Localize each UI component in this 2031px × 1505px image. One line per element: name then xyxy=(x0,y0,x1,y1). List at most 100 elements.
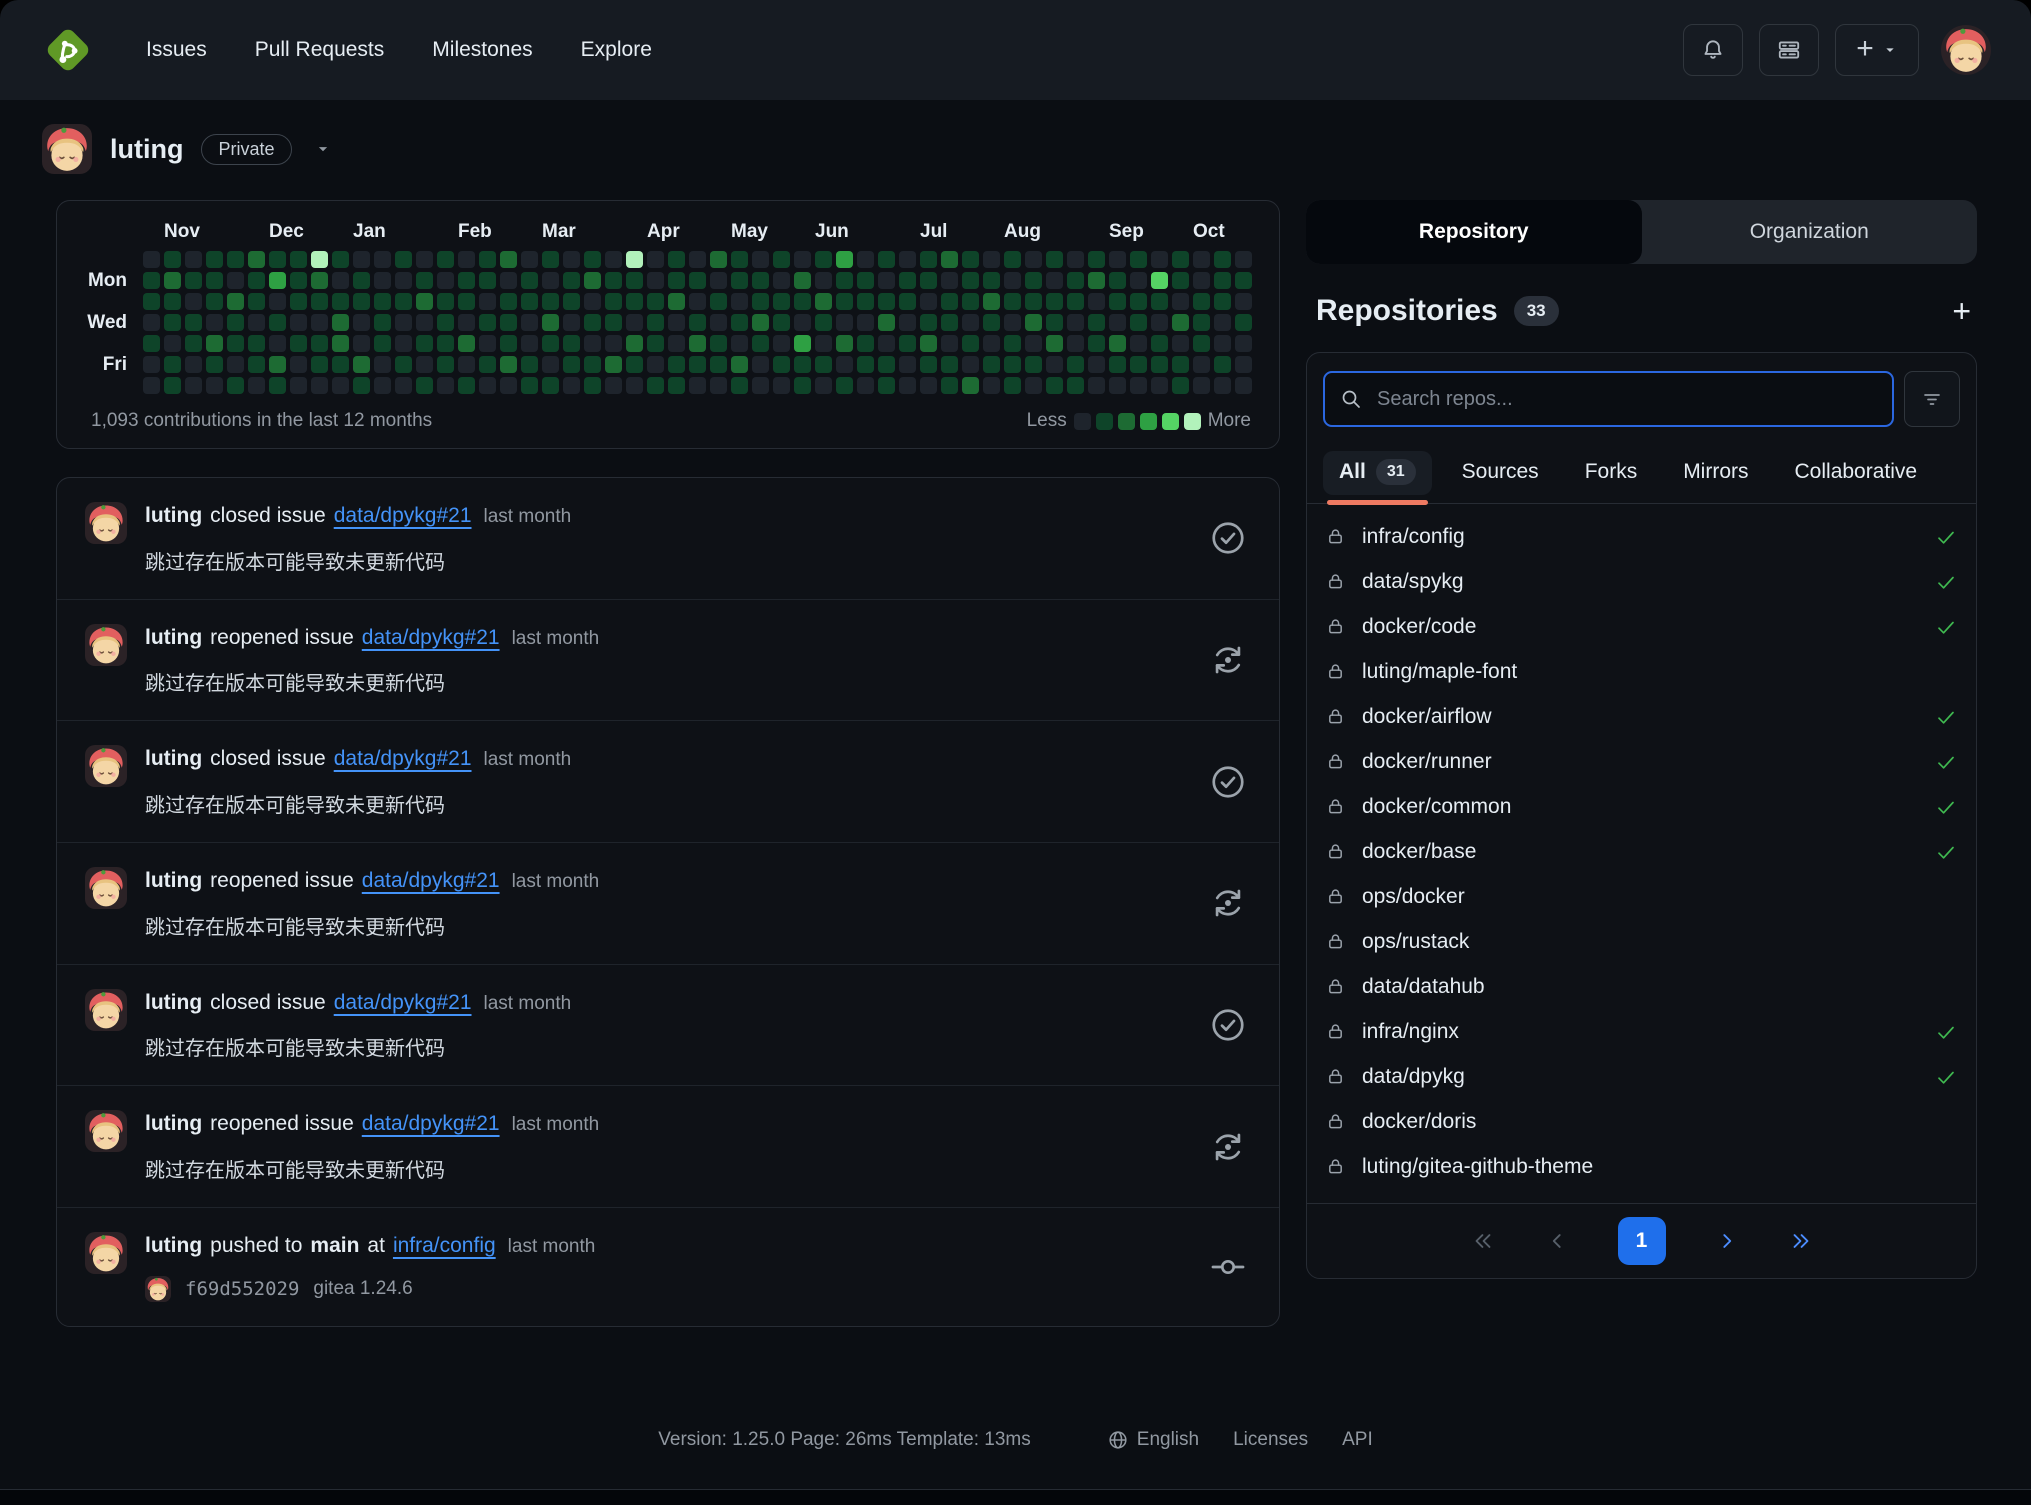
contribution-cell xyxy=(752,335,769,352)
add-repository-button[interactable]: + xyxy=(1952,295,1971,327)
feed-repo-link[interactable]: data/dpykg#21 xyxy=(362,867,500,894)
feed-avatar[interactable] xyxy=(85,624,127,666)
heatmap-week-column xyxy=(752,251,769,394)
filter-tab-mirrors[interactable]: Mirrors xyxy=(1667,448,1764,502)
repo-name: infra/config xyxy=(1362,525,1918,549)
next-page-button[interactable] xyxy=(1714,1228,1740,1254)
commit-author-avatar[interactable] xyxy=(145,1276,171,1302)
licenses-link[interactable]: Licenses xyxy=(1233,1429,1308,1451)
contribution-cell xyxy=(1151,293,1168,310)
feed-actor-link[interactable]: luting xyxy=(145,624,202,651)
repo-row[interactable]: ops/rustack xyxy=(1325,919,1958,964)
contribution-cell xyxy=(1151,335,1168,352)
repo-row[interactable]: docker/airflow xyxy=(1325,694,1958,739)
feed-repo-link[interactable]: data/dpykg#21 xyxy=(362,1110,500,1137)
repo-filter-button[interactable] xyxy=(1904,371,1960,427)
filter-tab-forks[interactable]: Forks xyxy=(1569,448,1654,502)
nav-link-milestones[interactable]: Milestones xyxy=(412,28,552,72)
contribution-cell xyxy=(437,314,454,331)
filter-tab-all[interactable]: All31 xyxy=(1323,447,1432,503)
feed-avatar[interactable] xyxy=(85,745,127,787)
nav-link-pull-requests[interactable]: Pull Requests xyxy=(235,28,405,72)
commit-hash-link[interactable]: f69d552029 xyxy=(185,1278,299,1300)
heatmap-week-column xyxy=(227,251,244,394)
contribution-cell xyxy=(752,251,769,268)
user-avatar[interactable] xyxy=(1941,25,1991,75)
contribution-cell xyxy=(689,251,706,268)
feed-actor-link[interactable]: luting xyxy=(145,1232,202,1259)
contribution-grid[interactable] xyxy=(143,251,1252,394)
feed-avatar[interactable] xyxy=(85,989,127,1031)
repo-name: docker/code xyxy=(1362,615,1918,639)
language-link[interactable]: English xyxy=(1107,1429,1199,1451)
admin-panel-button[interactable] xyxy=(1759,24,1819,76)
repo-row[interactable]: luting/maple-font xyxy=(1325,649,1958,694)
feed-avatar[interactable] xyxy=(85,867,127,909)
feed-repo-link[interactable]: data/dpykg#21 xyxy=(334,989,472,1016)
current-page[interactable]: 1 xyxy=(1618,1217,1666,1265)
heatmap-week-column xyxy=(1151,251,1168,394)
heatmap-day-label: Fri xyxy=(103,354,127,376)
repo-row[interactable]: docker/base xyxy=(1325,829,1958,874)
profile-header: luting Private xyxy=(0,100,2031,178)
feed-avatar[interactable] xyxy=(85,1232,127,1274)
profile-dropdown-icon[interactable] xyxy=(314,140,332,158)
tab-repository[interactable]: Repository xyxy=(1306,200,1642,264)
tab-organization[interactable]: Organization xyxy=(1642,200,1978,264)
repo-row[interactable]: docker/runner xyxy=(1325,739,1958,784)
repo-row[interactable]: docker/code xyxy=(1325,604,1958,649)
contribution-cell xyxy=(941,356,958,373)
check-icon xyxy=(1934,525,1958,549)
repo-row[interactable]: infra/nginx xyxy=(1325,1009,1958,1054)
contribution-cell xyxy=(1214,377,1231,394)
feed-actor-link[interactable]: luting xyxy=(145,989,202,1016)
api-link[interactable]: API xyxy=(1342,1429,1373,1451)
repo-row[interactable]: docker/common xyxy=(1325,784,1958,829)
repo-row[interactable]: data/dpykg xyxy=(1325,1054,1958,1099)
contribution-cell xyxy=(185,251,202,268)
window-bottom-strip xyxy=(0,1489,2031,1505)
prev-page-button[interactable] xyxy=(1544,1228,1570,1254)
repo-row[interactable]: data/spykg xyxy=(1325,559,1958,604)
feed-actor-link[interactable]: luting xyxy=(145,867,202,894)
nav-link-issues[interactable]: Issues xyxy=(126,28,227,72)
contribution-cell xyxy=(416,293,433,310)
feed-repo-link[interactable]: data/dpykg#21 xyxy=(334,745,472,772)
lock-icon xyxy=(1325,1021,1346,1042)
repo-row[interactable]: docker/doris xyxy=(1325,1099,1958,1144)
profile-username[interactable]: luting xyxy=(110,134,183,165)
contribution-cell xyxy=(1193,356,1210,373)
repo-name: luting/gitea-github-theme xyxy=(1362,1155,1958,1179)
nav-link-explore[interactable]: Explore xyxy=(561,28,672,72)
repo-row[interactable]: data/datahub xyxy=(1325,964,1958,1009)
repo-search[interactable] xyxy=(1323,371,1894,427)
contribution-cell xyxy=(1109,377,1126,394)
contribution-cell xyxy=(1130,335,1147,352)
lock-icon xyxy=(1325,661,1346,682)
contribution-cell xyxy=(983,314,1000,331)
gitea-logo[interactable] xyxy=(40,22,96,78)
profile-avatar[interactable] xyxy=(42,124,92,174)
repo-row[interactable]: infra/config xyxy=(1325,514,1958,559)
feed-repo-link[interactable]: data/dpykg#21 xyxy=(362,624,500,651)
contribution-cell xyxy=(185,356,202,373)
repo-row[interactable]: ops/docker xyxy=(1325,874,1958,919)
filter-tab-sources[interactable]: Sources xyxy=(1446,448,1555,502)
contribution-cell xyxy=(962,293,979,310)
create-new-button[interactable]: + xyxy=(1835,24,1919,76)
feed-avatar[interactable] xyxy=(85,1110,127,1152)
notifications-button[interactable] xyxy=(1683,24,1743,76)
feed-repo-link[interactable]: data/dpykg#21 xyxy=(334,502,472,529)
first-page-button[interactable] xyxy=(1470,1228,1496,1254)
contribution-cell xyxy=(521,335,538,352)
repo-search-input[interactable] xyxy=(1375,387,1878,412)
feed-actor-link[interactable]: luting xyxy=(145,745,202,772)
contribution-cell xyxy=(920,293,937,310)
last-page-button[interactable] xyxy=(1788,1228,1814,1254)
feed-avatar[interactable] xyxy=(85,502,127,544)
feed-actor-link[interactable]: luting xyxy=(145,1110,202,1137)
filter-tab-collaborative[interactable]: Collaborative xyxy=(1779,448,1934,502)
feed-actor-link[interactable]: luting xyxy=(145,502,202,529)
repo-row[interactable]: luting/gitea-github-theme xyxy=(1325,1144,1958,1189)
feed-repo-link[interactable]: infra/config xyxy=(393,1232,496,1259)
